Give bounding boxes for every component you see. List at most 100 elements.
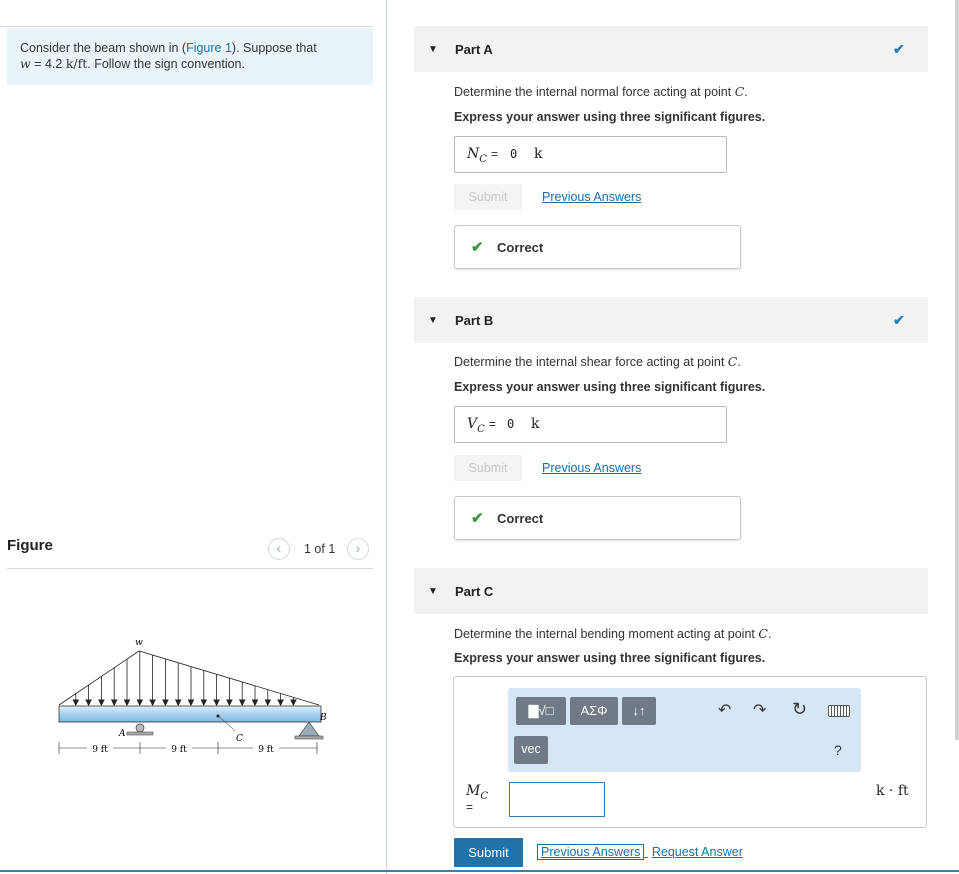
point-a-label: A [118, 729, 126, 739]
collapse-arrow-icon[interactable]: ▼ [428, 315, 438, 326]
load-arrow-head [123, 699, 131, 707]
figure-prev-button[interactable]: ‹ [268, 538, 290, 560]
collapse-arrow-icon[interactable]: ▼ [428, 586, 438, 597]
load-arrow-head [264, 699, 272, 707]
intro-prefix: Consider the beam shown in ( [20, 41, 187, 55]
part-b-correct-feedback: ✔ Correct [454, 496, 741, 540]
load-arrow-head [187, 699, 195, 707]
support-b-pin [298, 721, 320, 737]
part-a-submit-button[interactable]: Submit [454, 184, 522, 210]
distributed-load-arrows [72, 651, 297, 707]
point-c-label: C [236, 734, 243, 744]
support-b-base [294, 735, 324, 740]
part-c-lhs: MC [466, 783, 488, 802]
load-arrow-head [226, 699, 233, 707]
correct-label: Correct [497, 511, 544, 526]
part-b-eq: = [489, 417, 497, 431]
part-b-unit: k [531, 416, 540, 432]
part-c-submit-button[interactable]: Submit [454, 838, 523, 867]
check-icon: ✔ [893, 41, 905, 57]
left-top-divider [0, 26, 373, 27]
point-b-label: B [319, 713, 327, 723]
greek-symbols-button[interactable]: ΑΣΦ [570, 697, 618, 725]
bottom-border [0, 870, 959, 872]
check-icon: ✔ [893, 312, 905, 328]
w-unit: k/ft [65, 56, 88, 71]
part-c-unit: k · ft [876, 783, 909, 799]
load-arrow-head [162, 699, 169, 707]
part-b-answer-box: VC = 0 k [454, 406, 727, 443]
scrollbar[interactable] [955, 0, 959, 740]
load-arrow-head [251, 699, 259, 707]
support-a-roller [135, 723, 145, 733]
correct-check-icon: ✔ [471, 510, 484, 527]
part-a-eq: = [491, 147, 499, 161]
part-c-question: Determine the internal bending moment ac… [454, 626, 772, 641]
problem-intro-text: Consider the beam shown in (Figure 1). S… [20, 41, 360, 72]
part-a-lhs: NC [467, 146, 487, 165]
intro-suffix: . Follow the sign convention. [87, 57, 245, 71]
part-a-instruction: Express your answer using three signific… [454, 110, 766, 124]
part-a-correct-feedback: ✔ Correct [454, 225, 741, 269]
beam-figure: w A B C 9 ft 9 ft 9 ft [58, 638, 327, 755]
figure-label: Figure [7, 537, 53, 554]
subscript-superscript-button[interactable]: ↓↑ [622, 697, 656, 725]
part-c-instruction: Express your answer using three signific… [454, 651, 766, 665]
load-arrow-head [290, 699, 297, 707]
part-b-instruction: Express your answer using three signific… [454, 380, 766, 394]
load-arrow-head [110, 699, 118, 707]
figure-next-button[interactable]: › [347, 538, 369, 560]
part-a-answer-box: NC = 0 k [454, 136, 727, 173]
redo-icon[interactable]: ↷ [753, 700, 766, 720]
vector-button[interactable]: vec [514, 736, 548, 764]
load-arrow-head [149, 699, 156, 707]
support-a-base [126, 731, 154, 736]
collapse-arrow-icon[interactable]: ▼ [428, 44, 438, 55]
load-label-w: w [135, 638, 143, 648]
load-arrow-head [238, 699, 246, 707]
keyboard-icon[interactable] [828, 705, 850, 717]
part-a-unit: k [534, 146, 543, 162]
reset-icon[interactable]: ↻ [792, 699, 807, 720]
load-arrow-head [136, 699, 144, 707]
w-value: = 4.2 [30, 57, 66, 71]
part-b-submit-button[interactable]: Submit [454, 455, 522, 481]
part-b-title: Part B [455, 313, 494, 328]
part-c-previous-answers-link[interactable]: Previous Answers [537, 844, 645, 860]
help-button[interactable]: ? [834, 742, 842, 758]
part-b-question: Determine the internal shear force actin… [454, 354, 741, 369]
panel-divider [386, 0, 387, 874]
part-b-lhs: VC [467, 416, 485, 435]
intro-mid: ). Suppose that [231, 41, 317, 55]
load-arrow-head [85, 699, 92, 707]
load-arrow-head [72, 699, 80, 707]
figure-divider [7, 568, 373, 569]
part-c-eq: = [466, 800, 474, 814]
part-a-value: 0 [510, 147, 518, 161]
load-arrow-head [200, 699, 208, 707]
dim-label-1: 9 ft [92, 745, 108, 755]
part-a-previous-answers-link[interactable]: Previous Answers [542, 190, 641, 204]
load-arrow-head [98, 699, 105, 707]
load-outline [58, 650, 320, 706]
templates-button[interactable]: ▇√□ [516, 697, 566, 725]
part-b-previous-answers-link[interactable]: Previous Answers [542, 461, 641, 475]
part-a-question: Determine the internal normal force acti… [454, 84, 748, 99]
dim-label-2: 9 ft [171, 745, 187, 755]
part-b-value: 0 [507, 417, 515, 431]
dim-label-3: 9 ft [258, 745, 274, 755]
part-c-request-answer-link[interactable]: Request Answer [652, 845, 743, 859]
part-c-answer-input[interactable] [509, 782, 605, 817]
load-arrow-head [213, 699, 220, 707]
part-a-title: Part A [455, 42, 493, 57]
correct-label: Correct [497, 240, 544, 255]
w-variable: w [20, 56, 31, 71]
load-arrow-head [277, 699, 284, 707]
part-c-links: Previous Answers Request Answer [537, 844, 743, 860]
figure-link[interactable]: Figure 1 [186, 41, 232, 55]
correct-check-icon: ✔ [471, 239, 484, 256]
beam-body [58, 705, 322, 723]
part-c-title: Part C [455, 584, 494, 599]
undo-icon[interactable]: ↶ [718, 700, 731, 720]
figure-pager-count: 1 of 1 [304, 542, 336, 556]
